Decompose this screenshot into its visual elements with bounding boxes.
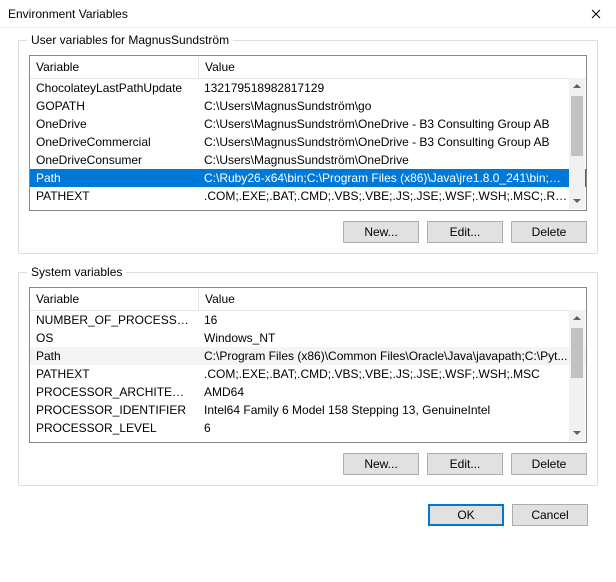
cell-variable: OneDriveCommercial [30,134,198,150]
system-edit-button[interactable]: Edit... [427,453,503,475]
system-variables-list[interactable]: Variable Value NUMBER_OF_PROCESSORS16OSW… [29,287,587,443]
table-row[interactable]: NUMBER_OF_PROCESSORS16 [30,311,586,329]
cell-value: .COM;.EXE;.BAT;.CMD;.VBS;.VBE;.JS;.JSE;.… [198,188,586,204]
cell-variable: PATHEXT [30,188,198,204]
titlebar: Environment Variables [0,0,616,28]
list-header: Variable Value [30,56,586,79]
table-row[interactable]: PATHEXT.COM;.EXE;.BAT;.CMD;.VBS;.VBE;.JS… [30,187,586,205]
cell-variable: Path [30,348,198,364]
scrollbar[interactable] [569,78,585,209]
close-button[interactable] [576,0,616,28]
cell-variable: PROCESSOR_ARCHITECTURE [30,384,198,400]
cell-variable: PROCESSOR_IDENTIFIER [30,402,198,418]
table-row[interactable]: OneDriveC:\Users\MagnusSundström\OneDriv… [30,115,586,133]
cell-variable: OS [30,330,198,346]
cell-variable: GOPATH [30,98,198,114]
chevron-up-icon [573,316,581,320]
cell-variable: OneDriveConsumer [30,152,198,168]
chevron-up-icon [573,84,581,88]
scroll-up-button[interactable] [569,310,585,326]
system-new-button[interactable]: New... [343,453,419,475]
table-row[interactable]: OneDriveCommercialC:\Users\MagnusSundstr… [30,133,586,151]
cell-value: C:\Program Files (x86)\Common Files\Orac… [198,348,586,364]
scroll-down-button[interactable] [569,425,585,441]
cell-value: C:\Ruby26-x64\bin;C:\Program Files (x86)… [198,170,586,186]
column-header-value[interactable]: Value [198,56,586,79]
table-row[interactable]: PathC:\Ruby26-x64\bin;C:\Program Files (… [30,169,586,187]
cell-variable: ChocolateyLastPathUpdate [30,80,198,96]
user-group-title: User variables for MagnusSundström [27,33,233,47]
table-row[interactable]: OSWindows_NT [30,329,586,347]
window-title: Environment Variables [8,7,128,21]
list-header: Variable Value [30,288,586,311]
cell-variable: Path [30,170,198,186]
cell-value: C:\Users\MagnusSundström\OneDrive [198,152,586,168]
cell-value: Windows_NT [198,330,586,346]
scroll-thumb[interactable] [571,328,583,378]
cell-value: 16 [198,312,586,328]
user-delete-button[interactable]: Delete [511,221,587,243]
system-delete-button[interactable]: Delete [511,453,587,475]
table-row[interactable]: PROCESSOR_LEVEL6 [30,419,586,437]
table-row[interactable]: ChocolateyLastPathUpdate1321795189828171… [30,79,586,97]
column-header-value[interactable]: Value [198,288,586,311]
user-edit-button[interactable]: Edit... [427,221,503,243]
cell-variable: OneDrive [30,116,198,132]
user-variables-group: User variables for MagnusSundström Varia… [18,40,598,254]
cell-value: Intel64 Family 6 Model 158 Stepping 13, … [198,402,586,418]
table-row[interactable]: PATHEXT.COM;.EXE;.BAT;.CMD;.VBS;.VBE;.JS… [30,365,586,383]
table-row[interactable]: PROCESSOR_ARCHITECTUREAMD64 [30,383,586,401]
cell-variable: PROCESSOR_LEVEL [30,420,198,436]
chevron-down-icon [573,199,581,203]
cell-value: C:\Users\MagnusSundström\go [198,98,586,114]
table-row[interactable]: GOPATHC:\Users\MagnusSundström\go [30,97,586,115]
dialog-footer: OK Cancel [18,504,598,526]
user-variables-list[interactable]: Variable Value ChocolateyLastPathUpdate1… [29,55,587,211]
system-group-title: System variables [27,265,126,279]
cell-value: 132179518982817129 [198,80,586,96]
system-variables-group: System variables Variable Value NUMBER_O… [18,272,598,486]
cell-variable: NUMBER_OF_PROCESSORS [30,312,198,328]
column-header-variable[interactable]: Variable [30,56,198,79]
user-new-button[interactable]: New... [343,221,419,243]
scroll-thumb[interactable] [571,96,583,156]
table-row[interactable]: PathC:\Program Files (x86)\Common Files\… [30,347,586,365]
cell-value: C:\Users\MagnusSundström\OneDrive - B3 C… [198,116,586,132]
cell-variable: PATHEXT [30,366,198,382]
cell-value: C:\Users\MagnusSundström\OneDrive - B3 C… [198,134,586,150]
column-header-variable[interactable]: Variable [30,288,198,311]
scroll-down-button[interactable] [569,193,585,209]
cancel-button[interactable]: Cancel [512,504,588,526]
scroll-up-button[interactable] [569,78,585,94]
cell-value: AMD64 [198,384,586,400]
user-button-row: New... Edit... Delete [29,221,587,243]
table-row[interactable]: OneDriveConsumerC:\Users\MagnusSundström… [30,151,586,169]
system-button-row: New... Edit... Delete [29,453,587,475]
close-icon [591,9,601,19]
scrollbar[interactable] [569,310,585,441]
table-row[interactable]: PROCESSOR_IDENTIFIERIntel64 Family 6 Mod… [30,401,586,419]
cell-value: .COM;.EXE;.BAT;.CMD;.VBS;.VBE;.JS;.JSE;.… [198,366,586,382]
ok-button[interactable]: OK [428,504,504,526]
chevron-down-icon [573,431,581,435]
cell-value: 6 [198,420,586,436]
